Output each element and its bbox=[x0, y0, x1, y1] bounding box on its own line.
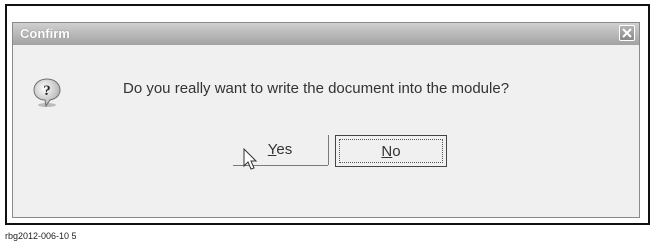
mouse-pointer-icon bbox=[243, 148, 258, 170]
no-button[interactable]: No bbox=[335, 135, 447, 167]
dialog-title: Confirm bbox=[20, 26, 70, 41]
svg-text:?: ? bbox=[43, 83, 51, 99]
confirm-dialog: Confirm ? Do you really want to write th… bbox=[12, 22, 640, 218]
question-icon: ? bbox=[33, 78, 61, 108]
figure-caption: rbg2012-006-10 5 bbox=[5, 231, 77, 241]
no-mnemonic: N bbox=[381, 143, 393, 160]
no-label: o bbox=[392, 143, 401, 160]
title-bar[interactable]: Confirm bbox=[13, 23, 639, 45]
confirm-message: Do you really want to write the document… bbox=[123, 80, 510, 97]
focus-rectangle: No bbox=[339, 139, 443, 163]
close-icon bbox=[622, 28, 632, 38]
yes-label: es bbox=[276, 141, 293, 158]
close-button[interactable] bbox=[619, 25, 635, 41]
